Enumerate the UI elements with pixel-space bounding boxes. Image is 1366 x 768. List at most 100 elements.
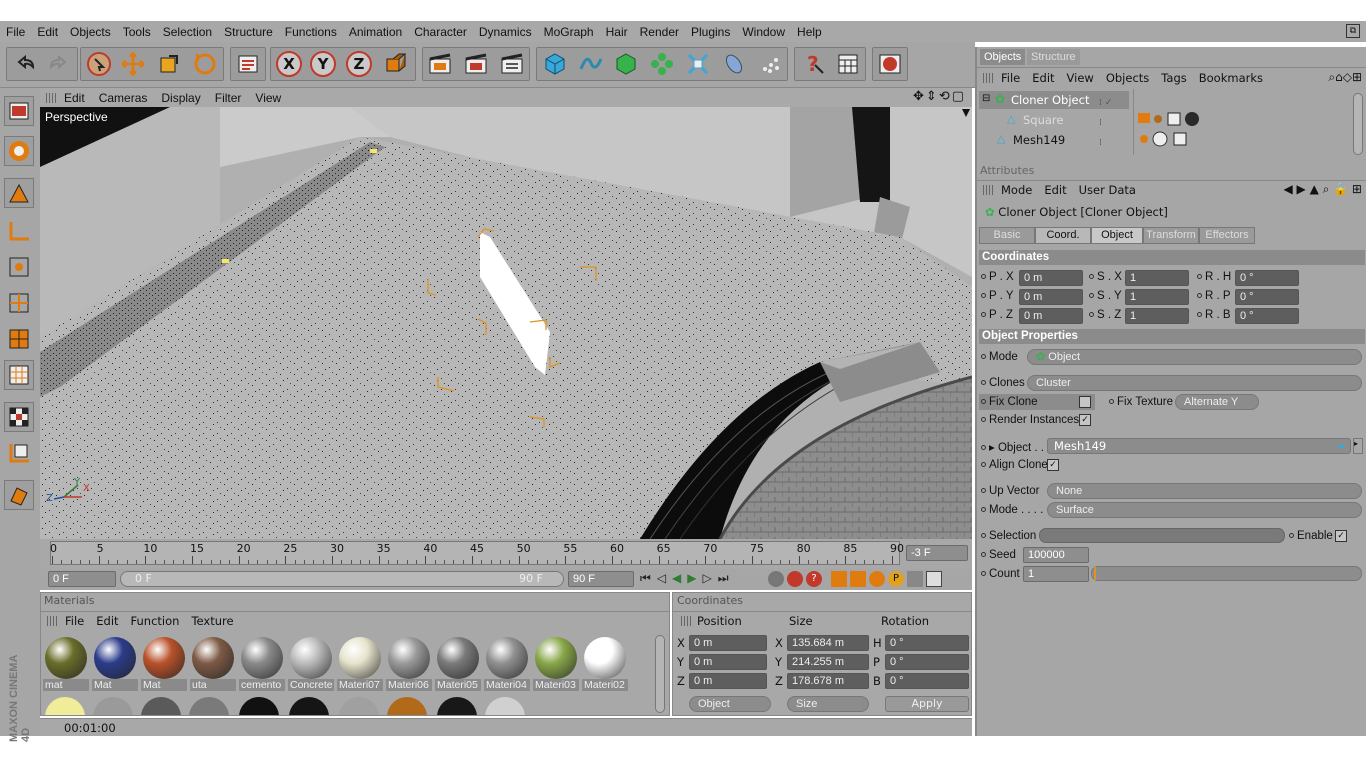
position-field[interactable]: 0 m [689, 654, 767, 670]
material-swatch[interactable]: mat [43, 635, 89, 691]
seed-field[interactable]: 100000 [1023, 547, 1089, 563]
objects-scrollbar[interactable] [1353, 93, 1363, 155]
position-field[interactable]: 0 m [689, 673, 767, 689]
attr-coord-field[interactable]: 0 m [1019, 270, 1083, 286]
count-slider[interactable] [1091, 566, 1362, 581]
viewport-menu-filter[interactable]: Filter [215, 91, 242, 105]
restore-window-icon[interactable]: ⧉ [1346, 24, 1360, 38]
attr-coord-field[interactable]: 0 ° [1235, 308, 1299, 324]
selection-link-field[interactable] [1039, 528, 1285, 543]
object-axis-icon[interactable] [4, 216, 34, 246]
prev-key-icon[interactable]: ◁ [657, 571, 672, 585]
uv-mode-icon[interactable] [4, 360, 34, 390]
subdivision-icon[interactable] [611, 48, 641, 80]
viewport-menu-view[interactable]: View [255, 91, 281, 105]
texture-axis-icon[interactable] [4, 438, 34, 468]
menu-render[interactable]: Render [640, 25, 679, 39]
fix-texture-dropdown[interactable]: Alternate Y [1175, 394, 1259, 410]
attributes-menu-mode[interactable]: Mode [1001, 183, 1032, 197]
move-icon[interactable] [118, 48, 148, 80]
polygons-mode-icon[interactable] [4, 324, 34, 354]
objects-menu-edit[interactable]: Edit [1032, 71, 1054, 85]
workplane-icon[interactable] [4, 480, 34, 510]
play-backward-icon[interactable]: ◀ [672, 571, 687, 585]
spline-pen-icon[interactable] [575, 48, 605, 80]
goto-start-icon[interactable]: ⏮ [640, 571, 657, 585]
preview-range-slider[interactable]: 0 F 90 F [120, 571, 564, 587]
play-forward-icon[interactable]: ▶ [687, 571, 702, 585]
position-key-icon[interactable] [831, 571, 847, 587]
keyframe-selection-icon[interactable]: ? [806, 571, 822, 587]
z-axis-icon[interactable]: Z [344, 48, 374, 80]
materials-menu-texture[interactable]: Texture [191, 614, 233, 628]
attr-coord-field[interactable]: 0 ° [1235, 270, 1299, 286]
attr-coord-field[interactable]: 0 m [1019, 308, 1083, 324]
mode-dropdown[interactable]: ✿ Object [1027, 349, 1362, 365]
material-swatch[interactable]: uta [190, 635, 236, 691]
attr-coord-field[interactable]: 1 [1125, 308, 1189, 324]
position-field[interactable]: 0 m [689, 635, 767, 651]
edges-mode-icon[interactable] [4, 288, 34, 318]
menu-edit[interactable]: Edit [37, 25, 58, 39]
scale-icon[interactable] [154, 48, 184, 80]
mograph-icon[interactable] [755, 48, 785, 80]
scale-key-icon[interactable] [850, 571, 866, 587]
size-field[interactable]: 178.678 m [787, 673, 869, 689]
menu-selection[interactable]: Selection [163, 25, 212, 39]
objects-menu-bookmarks[interactable]: Bookmarks [1199, 71, 1263, 85]
link-options-icon[interactable]: ▸ [1353, 438, 1363, 454]
attributes-menu-userdata[interactable]: User Data [1079, 183, 1136, 197]
tab-objects[interactable]: Objects [980, 49, 1026, 65]
materials-scrollbar[interactable] [655, 635, 665, 713]
viewport-menu-display[interactable]: Display [161, 91, 200, 105]
web-globe-icon[interactable] [875, 48, 905, 80]
material-swatch[interactable]: Materi03 [533, 635, 579, 691]
up-vector-dropdown[interactable]: None [1047, 483, 1362, 499]
materials-menu-function[interactable]: Function [131, 614, 180, 628]
deformer-icon[interactable] [683, 48, 713, 80]
material-swatch[interactable]: Materi07 [337, 635, 383, 691]
menu-dynamics[interactable]: Dynamics [479, 25, 532, 39]
attr-coord-field[interactable]: 0 ° [1235, 289, 1299, 305]
distribution-mode-dropdown[interactable]: Surface [1047, 502, 1362, 518]
x-axis-icon[interactable]: X [274, 48, 304, 80]
end-frame-field[interactable]: 90 F [568, 571, 634, 587]
objects-menu-view[interactable]: View [1067, 71, 1094, 85]
redo-icon[interactable] [44, 48, 74, 80]
tab-structure[interactable]: Structure [1027, 49, 1080, 65]
material-swatch[interactable]: Mat [92, 635, 138, 691]
collapse-icon[interactable]: ⊟ [982, 93, 990, 104]
timeline-ruler[interactable]: -3 F 0 5 10 15 20 25 30 35 40 45 50 55 60 65 70 75 80 85 9… [40, 539, 972, 569]
calculator-icon[interactable] [833, 48, 863, 80]
object-link-field[interactable]: Mesh149 ⏶ [1047, 438, 1351, 454]
objects-menu-file[interactable]: File [1001, 71, 1020, 85]
menu-mograph[interactable]: MoGraph [544, 25, 594, 39]
viewport-navigation-icons[interactable]: ✥⇕⟲▢ [913, 89, 966, 104]
material-swatch[interactable]: cemento [239, 635, 285, 691]
materials-menu-file[interactable]: File [65, 614, 84, 628]
array-icon[interactable] [647, 48, 677, 80]
rotation-field[interactable]: 0 ° [885, 635, 969, 651]
record-keys-icon[interactable] [768, 571, 784, 587]
menu-tools[interactable]: Tools [123, 25, 151, 39]
autokey-icon[interactable] [787, 571, 803, 587]
render-view-icon[interactable] [425, 48, 455, 80]
viewport-menu-edit[interactable]: Edit [64, 91, 85, 105]
tab-basic[interactable]: Basic [979, 227, 1035, 244]
make-editable-icon[interactable] [4, 136, 34, 166]
render-picture-viewer-icon[interactable] [461, 48, 491, 80]
menu-window[interactable]: Window [742, 25, 785, 39]
apply-button[interactable]: Apply [885, 696, 969, 712]
visibility-dots[interactable]: ⁞ ✓ ⁞ ⁞ [1099, 93, 1112, 153]
undo-icon[interactable] [10, 48, 40, 80]
help-icon[interactable]: ? [797, 48, 827, 80]
fix-clone-checkbox[interactable] [1079, 396, 1091, 408]
tab-coord[interactable]: Coord. [1035, 227, 1091, 244]
menu-help[interactable]: Help [797, 25, 822, 39]
next-key-icon[interactable]: ▷ [703, 571, 718, 585]
coordinates-size-dropdown[interactable]: Size [787, 696, 869, 712]
material-swatch[interactable]: Materi04 [484, 635, 530, 691]
perspective-viewport[interactable]: Z Y X Perspective [40, 107, 972, 539]
objects-menu-tags[interactable]: Tags [1161, 71, 1186, 85]
texture-mode-icon[interactable] [4, 402, 34, 432]
